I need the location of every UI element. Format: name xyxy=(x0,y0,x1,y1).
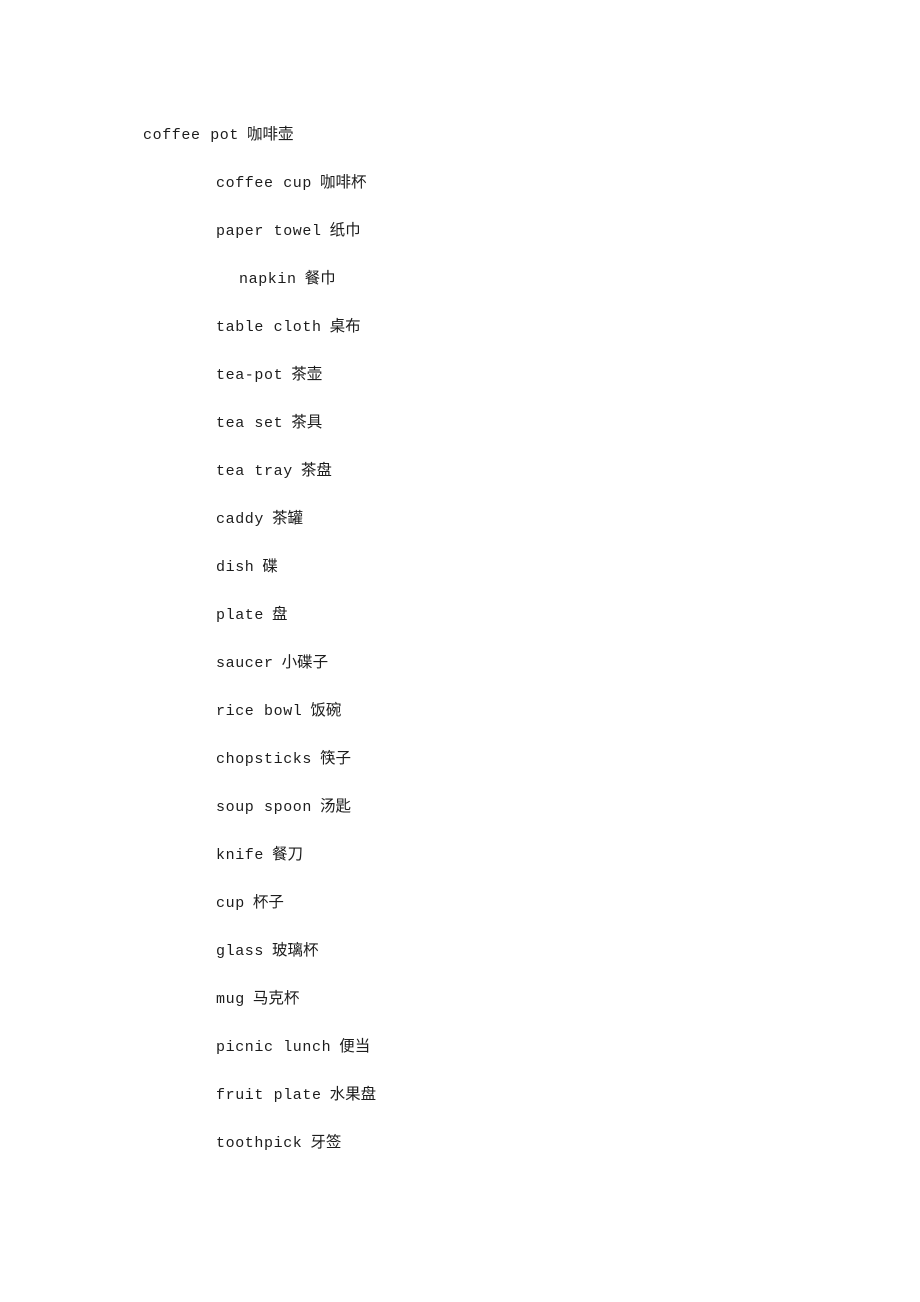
entry-gloss: 水果盘 xyxy=(329,1085,377,1103)
vocabulary-entry: tea set 茶具 xyxy=(0,398,920,446)
entry-term: picnic lunch xyxy=(216,1039,332,1056)
vocabulary-entry: mug 马克杯 xyxy=(0,974,920,1022)
entry-gloss: 盘 xyxy=(272,605,288,623)
entry-term: glass xyxy=(216,943,265,960)
entry-term: caddy xyxy=(216,511,265,528)
entry-gloss: 餐巾 xyxy=(304,269,336,287)
vocabulary-entry: table cloth 桌布 xyxy=(0,302,920,350)
entry-gloss: 小碟子 xyxy=(281,653,329,671)
entry-term: coffee cup xyxy=(216,175,313,192)
entry-term: napkin xyxy=(239,271,297,288)
vocabulary-entry: napkin 餐巾 xyxy=(0,254,920,302)
entry-term: paper towel xyxy=(216,223,322,240)
vocabulary-entry: plate 盘 xyxy=(0,590,920,638)
vocabulary-entry: chopsticks 筷子 xyxy=(0,734,920,782)
document-page: coffee pot 咖啡壶 coffee cup 咖啡杯 paper towel 纸巾 n… xyxy=(0,0,920,1302)
entry-term: toothpick xyxy=(216,1135,303,1152)
entry-gloss: 茶具 xyxy=(291,413,323,431)
vocabulary-entry: tea tray 茶盘 xyxy=(0,446,920,494)
vocabulary-entry: toothpick 牙签 xyxy=(0,1118,920,1166)
entry-gloss: 桌布 xyxy=(329,317,361,335)
entry-term: mug xyxy=(216,991,245,1008)
entry-gloss: 茶罐 xyxy=(272,509,304,527)
entry-term: fruit plate xyxy=(216,1087,322,1104)
entry-term: cup xyxy=(216,895,245,912)
entry-term: table cloth xyxy=(216,319,322,336)
entry-gloss: 牙签 xyxy=(310,1133,342,1151)
entry-gloss: 碟 xyxy=(262,557,278,575)
vocabulary-entry: saucer 小碟子 xyxy=(0,638,920,686)
vocabulary-entry: caddy 茶罐 xyxy=(0,494,920,542)
entry-gloss: 玻璃杯 xyxy=(272,941,319,959)
vocabulary-entry: glass 玻璃杯 xyxy=(0,926,920,974)
vocabulary-entry: dish 碟 xyxy=(0,542,920,590)
vocabulary-entry: rice bowl 饭碗 xyxy=(0,686,920,734)
entry-gloss: 咖啡壶 xyxy=(247,125,294,143)
entry-term: tea-pot xyxy=(216,367,284,384)
vocabulary-entry: coffee cup 咖啡杯 xyxy=(0,158,920,206)
entry-gloss: 饭碗 xyxy=(310,701,342,719)
entry-gloss: 便当 xyxy=(339,1037,371,1055)
entry-gloss: 筷子 xyxy=(320,749,352,767)
entry-term: plate xyxy=(216,607,265,624)
entry-gloss: 马克杯 xyxy=(252,989,300,1007)
entry-gloss: 咖啡杯 xyxy=(320,173,367,191)
vocabulary-entry: paper towel 纸巾 xyxy=(0,206,920,254)
entry-gloss: 茶壶 xyxy=(291,365,323,383)
vocabulary-entry: picnic lunch 便当 xyxy=(0,1022,920,1070)
entry-term: chopsticks xyxy=(216,751,313,768)
entry-term: coffee pot xyxy=(143,127,240,144)
entry-gloss: 纸巾 xyxy=(329,221,361,239)
entry-term: tea set xyxy=(216,415,284,432)
entry-gloss: 汤匙 xyxy=(320,797,352,815)
entry-gloss: 杯子 xyxy=(252,893,284,911)
entry-term: soup spoon xyxy=(216,799,313,816)
vocabulary-entry: coffee pot 咖啡壶 xyxy=(0,110,920,158)
vocabulary-list: coffee pot 咖啡壶 coffee cup 咖啡杯 paper towel 纸巾 n… xyxy=(0,110,920,1166)
entry-term: saucer xyxy=(216,655,274,672)
entry-term: knife xyxy=(216,847,265,864)
entry-gloss: 茶盘 xyxy=(300,461,332,479)
entry-term: tea tray xyxy=(216,463,293,480)
entry-term: dish xyxy=(216,559,255,576)
vocabulary-entry: cup 杯子 xyxy=(0,878,920,926)
entry-term: rice bowl xyxy=(216,703,303,720)
vocabulary-entry: tea-pot 茶壶 xyxy=(0,350,920,398)
vocabulary-entry: soup spoon 汤匙 xyxy=(0,782,920,830)
vocabulary-entry: knife 餐刀 xyxy=(0,830,920,878)
entry-gloss: 餐刀 xyxy=(272,845,304,863)
vocabulary-entry: fruit plate 水果盘 xyxy=(0,1070,920,1118)
